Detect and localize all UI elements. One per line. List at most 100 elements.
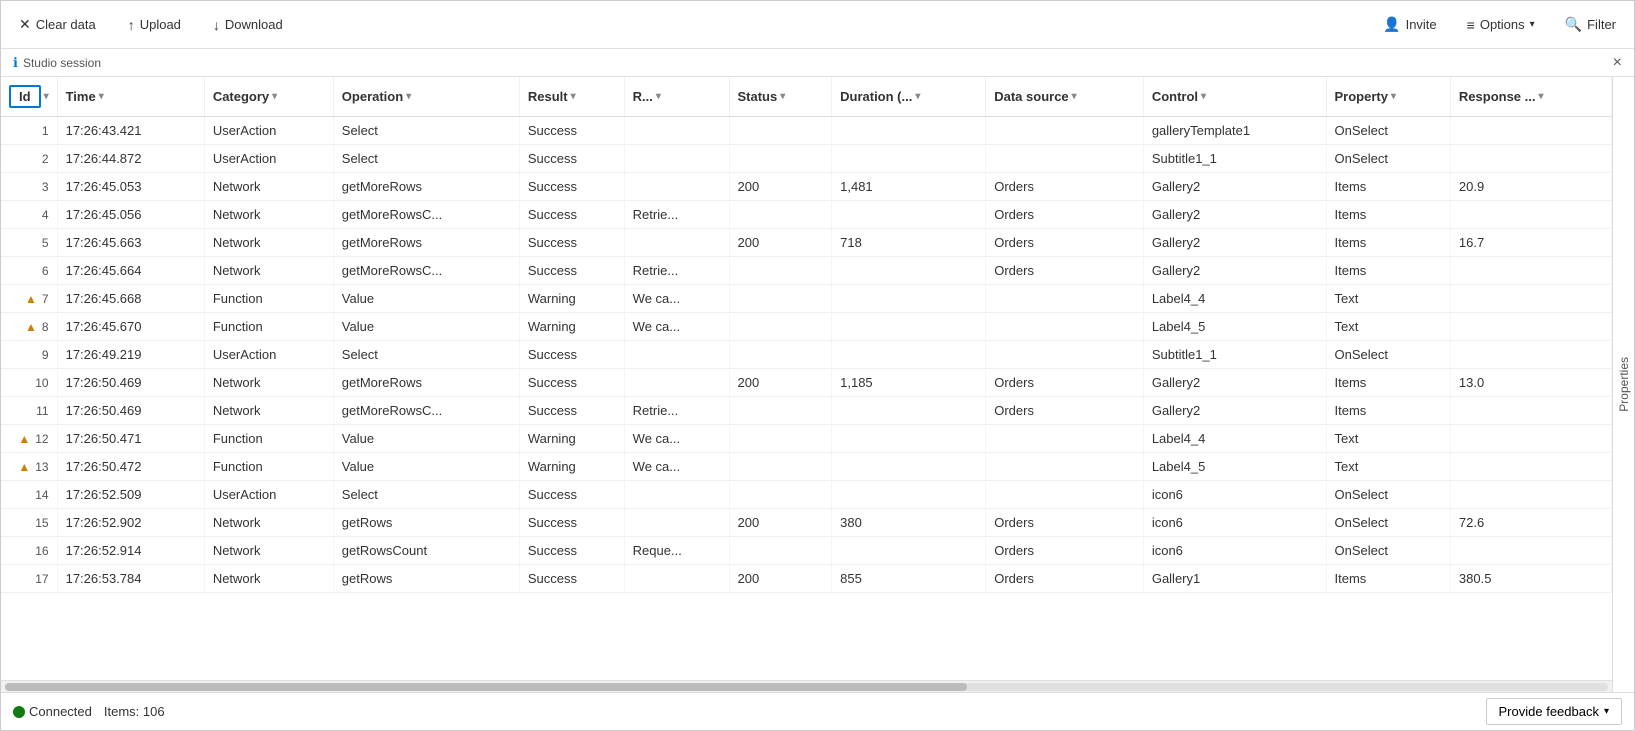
session-label: ℹ Studio session xyxy=(13,55,101,71)
toolbar-left: ✕ Clear data ↑ Upload ↓ Download xyxy=(13,12,1377,37)
table-row[interactable]: 1417:26:52.509UserActionSelectSuccessico… xyxy=(1,481,1612,509)
col-status[interactable]: Status ▾ xyxy=(729,77,832,117)
cell-response xyxy=(1450,537,1611,565)
cell-r: Retrie... xyxy=(624,397,729,425)
cell-duration: 1,481 xyxy=(832,173,986,201)
table-row[interactable]: 1517:26:52.902NetworkgetRowsSuccess20038… xyxy=(1,509,1612,537)
cell-time: 17:26:49.219 xyxy=(57,341,204,369)
download-button[interactable]: ↓ Download xyxy=(207,13,289,37)
feedback-chevron-icon: ▾ xyxy=(1604,706,1609,717)
cell-datasource xyxy=(986,313,1144,341)
cell-duration: 380 xyxy=(832,509,986,537)
cell-operation: getMoreRowsC... xyxy=(333,257,519,285)
cell-duration xyxy=(832,257,986,285)
close-session-button[interactable]: × xyxy=(1613,55,1622,71)
table-row[interactable]: ▲1217:26:50.471FunctionValueWarningWe ca… xyxy=(1,425,1612,453)
datasource-header-label: Data source xyxy=(994,89,1068,104)
upload-button[interactable]: ↑ Upload xyxy=(122,13,187,37)
toolbar-right: 👤 Invite ≡ Options ▾ 🔍 Filter xyxy=(1377,12,1622,37)
cell-control: Gallery2 xyxy=(1143,369,1326,397)
cell-status xyxy=(729,481,832,509)
cell-category: Network xyxy=(204,565,333,593)
options-button[interactable]: ≡ Options ▾ xyxy=(1461,13,1541,37)
cell-operation: getMoreRows xyxy=(333,369,519,397)
cell-duration xyxy=(832,397,986,425)
table-row[interactable]: 1617:26:52.914NetworkgetRowsCountSuccess… xyxy=(1,537,1612,565)
table-row[interactable]: 417:26:45.056NetworkgetMoreRowsC...Succe… xyxy=(1,201,1612,229)
response-sort-icon: ▾ xyxy=(1538,91,1543,102)
col-property[interactable]: Property ▾ xyxy=(1326,77,1450,117)
invite-icon: 👤 xyxy=(1383,16,1400,33)
col-result[interactable]: Result ▾ xyxy=(519,77,624,117)
cell-control: Label4_5 xyxy=(1143,453,1326,481)
cell-duration xyxy=(832,145,986,173)
cell-category: Function xyxy=(204,285,333,313)
col-r[interactable]: R... ▾ xyxy=(624,77,729,117)
toolbar: ✕ Clear data ↑ Upload ↓ Download 👤 Invit… xyxy=(1,1,1634,49)
col-time[interactable]: Time ▾ xyxy=(57,77,204,117)
clear-data-button[interactable]: ✕ Clear data xyxy=(13,12,102,37)
table-row[interactable]: 1717:26:53.784NetworkgetRowsSuccess20085… xyxy=(1,565,1612,593)
cell-duration xyxy=(832,425,986,453)
options-label: Options xyxy=(1480,17,1525,32)
cell-status xyxy=(729,201,832,229)
cell-r: We ca... xyxy=(624,313,729,341)
invite-button[interactable]: 👤 Invite xyxy=(1377,12,1443,37)
cell-id: 6 xyxy=(1,257,57,285)
table-row[interactable]: 117:26:43.421UserActionSelectSuccessgall… xyxy=(1,117,1612,145)
cell-r xyxy=(624,509,729,537)
data-table-wrapper[interactable]: Id ▾ Time ▾ xyxy=(1,77,1612,680)
cell-category: Function xyxy=(204,453,333,481)
provide-feedback-button[interactable]: Provide feedback ▾ xyxy=(1486,698,1622,725)
col-datasource[interactable]: Data source ▾ xyxy=(986,77,1144,117)
control-header-label: Control xyxy=(1152,89,1198,104)
cell-duration xyxy=(832,481,986,509)
properties-sidebar[interactable]: Properties xyxy=(1612,77,1634,692)
warning-icon: ▲ xyxy=(18,460,30,474)
cell-duration: 855 xyxy=(832,565,986,593)
table-area: Id ▾ Time ▾ xyxy=(1,77,1612,692)
col-operation[interactable]: Operation ▾ xyxy=(333,77,519,117)
table-row[interactable]: 617:26:45.664NetworkgetMoreRowsC...Succe… xyxy=(1,257,1612,285)
cell-id: ▲12 xyxy=(1,425,57,453)
col-category[interactable]: Category ▾ xyxy=(204,77,333,117)
cell-id: 10 xyxy=(1,369,57,397)
filter-button[interactable]: 🔍 Filter xyxy=(1559,12,1622,37)
cell-status xyxy=(729,537,832,565)
cell-operation: Select xyxy=(333,145,519,173)
col-duration[interactable]: Duration (... ▾ xyxy=(832,77,986,117)
duration-header-label: Duration (... xyxy=(840,89,912,104)
col-id[interactable]: Id ▾ xyxy=(1,77,57,117)
warning-icon: ▲ xyxy=(25,292,37,306)
table-row[interactable]: ▲1317:26:50.472FunctionValueWarningWe ca… xyxy=(1,453,1612,481)
horizontal-scrollbar[interactable] xyxy=(1,680,1612,692)
cell-id: ▲13 xyxy=(1,453,57,481)
cell-category: Network xyxy=(204,509,333,537)
cell-time: 17:26:50.469 xyxy=(57,397,204,425)
cell-time: 17:26:45.663 xyxy=(57,229,204,257)
cell-control: icon6 xyxy=(1143,481,1326,509)
operation-header-label: Operation xyxy=(342,89,403,104)
cell-response xyxy=(1450,341,1611,369)
app-container: ✕ Clear data ↑ Upload ↓ Download 👤 Invit… xyxy=(0,0,1635,731)
table-row[interactable]: 1017:26:50.469NetworkgetMoreRowsSuccess2… xyxy=(1,369,1612,397)
table-row[interactable]: 517:26:45.663NetworkgetMoreRowsSuccess20… xyxy=(1,229,1612,257)
cell-status xyxy=(729,117,832,145)
table-row[interactable]: 1117:26:50.469NetworkgetMoreRowsC...Succ… xyxy=(1,397,1612,425)
table-row[interactable]: ▲717:26:45.668FunctionValueWarningWe ca.… xyxy=(1,285,1612,313)
control-sort-icon: ▾ xyxy=(1201,91,1206,102)
cell-r xyxy=(624,481,729,509)
table-row[interactable]: 917:26:49.219UserActionSelectSuccessSubt… xyxy=(1,341,1612,369)
cell-response: 16.7 xyxy=(1450,229,1611,257)
cell-property: OnSelect xyxy=(1326,509,1450,537)
cell-id: 14 xyxy=(1,481,57,509)
info-icon: ℹ xyxy=(13,55,18,71)
table-row[interactable]: 217:26:44.872UserActionSelectSuccessSubt… xyxy=(1,145,1612,173)
cell-result: Success xyxy=(519,397,624,425)
table-row[interactable]: ▲817:26:45.670FunctionValueWarningWe ca.… xyxy=(1,313,1612,341)
col-response[interactable]: Response ... ▾ xyxy=(1450,77,1611,117)
cell-operation: getMoreRows xyxy=(333,173,519,201)
cell-category: Network xyxy=(204,201,333,229)
table-row[interactable]: 317:26:45.053NetworkgetMoreRowsSuccess20… xyxy=(1,173,1612,201)
col-control[interactable]: Control ▾ xyxy=(1143,77,1326,117)
